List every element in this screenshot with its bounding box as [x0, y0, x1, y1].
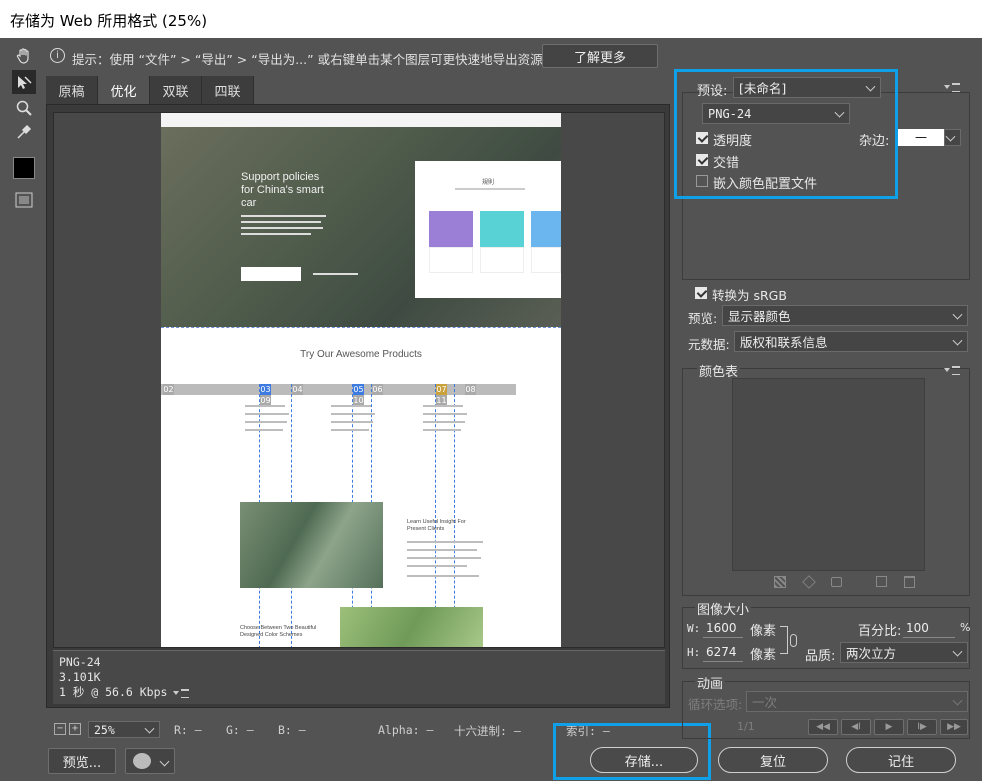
- slice-label[interactable]: 05: [353, 384, 364, 395]
- preview-in-browser-button[interactable]: 预览...: [48, 748, 116, 774]
- prev-frame-icon[interactable]: ◀I: [841, 719, 871, 735]
- matte-dropdown[interactable]: [944, 129, 961, 146]
- hint-text: 提示：使用 “文件” > “导出” > “导出为...” 或右键单击某个图层可更…: [72, 52, 543, 67]
- info-size: 3.101K: [59, 670, 101, 684]
- constrain-bracket: [780, 626, 788, 654]
- tool-palette: [8, 42, 40, 222]
- info-time: 1 秒 @ 56.6 Kbps: [59, 685, 168, 699]
- delete-color-icon[interactable]: [904, 576, 915, 588]
- reset-button[interactable]: 复位: [718, 747, 828, 773]
- frame-counter: 1/1: [737, 720, 755, 733]
- link-icon[interactable]: [790, 634, 797, 647]
- zoom-select[interactable]: 25%: [88, 721, 160, 738]
- play-icon[interactable]: ▶: [874, 719, 904, 735]
- preset-menu-icon[interactable]: [944, 82, 960, 92]
- highlight-box: [674, 69, 898, 199]
- hint-bar: i 提示：使用 “文件” > “导出” > “导出为...” 或右键单击某个图层…: [46, 42, 668, 70]
- percent-input[interactable]: 100: [903, 619, 955, 638]
- feature-heading: Choose Between Two Beautiful Designed Co…: [240, 625, 317, 638]
- map-to-web-icon[interactable]: [774, 576, 786, 588]
- zoom-out-icon[interactable]: −: [54, 723, 66, 735]
- slice-label[interactable]: 07: [436, 384, 447, 395]
- remember-button[interactable]: 记住: [846, 747, 956, 773]
- tab-4-up[interactable]: 四联: [202, 76, 254, 104]
- info-icon: i: [50, 48, 65, 63]
- height-input[interactable]: 6274: [703, 643, 743, 662]
- readout-hex: 十六进制: —: [454, 724, 521, 738]
- hero-card: 規則: [415, 161, 561, 298]
- hero-headline: Support policies for China's smart car: [241, 171, 324, 209]
- quality-select[interactable]: 两次立方: [840, 642, 968, 663]
- slice-label[interactable]: 08: [465, 384, 476, 395]
- tab-2-up[interactable]: 双联: [150, 76, 202, 104]
- readout-alpha: Alpha: —: [378, 723, 434, 737]
- metadata-label: 元数据:: [688, 337, 730, 352]
- zoom-tool-icon[interactable]: [12, 96, 36, 120]
- eyedropper-color-swatch[interactable]: [13, 157, 35, 179]
- tab-optimized[interactable]: 优化: [98, 76, 150, 104]
- readout-b: B: —: [278, 723, 306, 737]
- width-label: W:: [687, 622, 701, 635]
- percent-label: 百分比:: [858, 624, 902, 639]
- preview-label: 预览:: [688, 311, 718, 326]
- eyedropper-tool-icon[interactable]: [12, 120, 36, 144]
- animation-title: 动画: [695, 673, 726, 692]
- convert-srgb-checkbox[interactable]: [695, 287, 707, 299]
- hand-tool-icon[interactable]: [12, 44, 36, 68]
- feature-heading: Learn Useful Insight For Present Clients: [407, 519, 466, 532]
- card-tile-purple: [429, 211, 473, 247]
- width-input[interactable]: 1600: [703, 619, 743, 638]
- height-label: H:: [687, 646, 701, 659]
- header-strip: [161, 113, 561, 127]
- image-preview-viewport[interactable]: Support policies for China's smart car 規…: [53, 112, 665, 648]
- last-frame-icon[interactable]: ▶▶: [940, 719, 968, 735]
- toggle-slices-icon[interactable]: [12, 188, 36, 212]
- optimization-info: PNG-24 3.101K 1 秒 @ 56.6 Kbps: [53, 650, 665, 704]
- card-tile-teal: [480, 211, 524, 247]
- color-table-grid[interactable]: [732, 378, 925, 571]
- slice-label[interactable]: 03: [260, 384, 271, 395]
- readout-r: R: —: [174, 723, 202, 737]
- loop-label: 循环选项:: [688, 697, 743, 712]
- preview-webpage: Support policies for China's smart car 規…: [161, 113, 561, 647]
- color-table-menu-icon[interactable]: [944, 365, 960, 375]
- browser-icon: [132, 753, 151, 769]
- preview-select[interactable]: 显示器颜色: [722, 305, 968, 326]
- slice-select-tool-icon[interactable]: [12, 70, 36, 94]
- readout-g: G: —: [226, 723, 254, 737]
- browser-select[interactable]: [125, 748, 175, 774]
- window-title: 存储为 Web 所用格式 (25%): [10, 12, 208, 30]
- image-size-title: 图像大小: [695, 599, 752, 618]
- slice-label[interactable]: 06: [372, 384, 383, 395]
- quality-label: 品质:: [805, 649, 836, 664]
- convert-srgb-label: 转换为 sRGB: [712, 288, 787, 303]
- leaf-image: [340, 607, 483, 647]
- hero-button: [241, 267, 301, 281]
- chevron-down-icon: [159, 756, 169, 766]
- new-color-icon[interactable]: [876, 576, 887, 587]
- info-format: PNG-24: [59, 655, 101, 669]
- next-frame-icon[interactable]: I▶: [907, 719, 937, 735]
- slice-label[interactable]: 04: [292, 384, 303, 395]
- zoom-in-icon[interactable]: +: [69, 723, 81, 735]
- height-unit: 像素: [750, 648, 777, 663]
- slice-label[interactable]: 02: [163, 384, 174, 395]
- lock-color-icon[interactable]: [831, 577, 842, 587]
- download-speed-menu-icon[interactable]: [173, 688, 189, 698]
- learn-more-button[interactable]: 了解更多: [542, 44, 658, 68]
- loop-select[interactable]: 一次: [746, 691, 968, 712]
- tab-original[interactable]: 原稿: [46, 76, 98, 104]
- section-title: Try Our Awesome Products: [300, 349, 422, 360]
- first-frame-icon[interactable]: ◀◀: [808, 719, 838, 735]
- width-unit: 像素: [750, 624, 777, 639]
- card-tile-blue: [531, 211, 561, 247]
- matte-color-swatch[interactable]: —: [898, 129, 944, 146]
- metadata-select[interactable]: 版权和联系信息: [734, 331, 968, 352]
- percent-unit: %: [960, 621, 971, 634]
- window-title-bar: 存储为 Web 所用格式 (25%): [0, 0, 982, 38]
- fern-image: [240, 502, 383, 588]
